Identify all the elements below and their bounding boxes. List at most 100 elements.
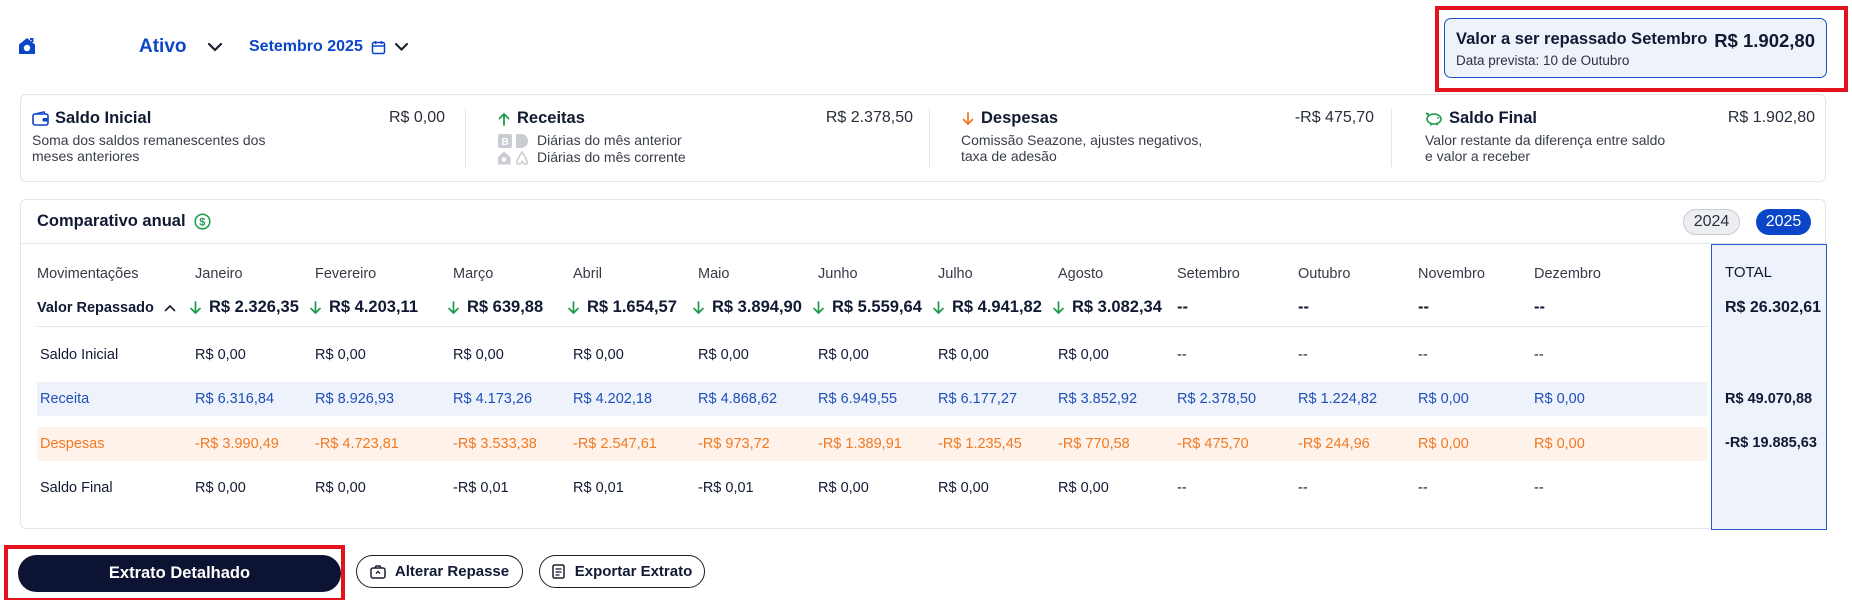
valor-repassado-cell: R$ 5.559,64 — [812, 298, 922, 317]
arrow-down-icon — [813, 300, 824, 314]
valor-repassado-value: R$ 3.894,90 — [712, 298, 802, 316]
summary-receitas: Receitas R$ 2.378,50 B Diárias do mês an… — [497, 109, 913, 167]
saldo-inicial-cell: R$ 0,00 — [195, 347, 246, 363]
valor-repassado-value: R$ 1.654,57 — [587, 298, 677, 316]
extrato-detalhado-button[interactable]: Extrato Detalhado — [18, 555, 341, 592]
status-label: Ativo — [139, 36, 187, 57]
valor-repassado-cell: R$ 4.203,11 — [309, 298, 418, 317]
valor-repassado-label: Valor Repassado — [37, 300, 154, 316]
summary-saldo-inicial: Saldo Inicial R$ 0,00 Soma dos saldos re… — [32, 109, 445, 167]
alterar-repasse-label: Alterar Repasse — [394, 563, 510, 580]
saldo-final-cell: -- — [1298, 480, 1308, 496]
arrow-down-icon — [568, 300, 579, 314]
valor-repassado-value: R$ 3.082,34 — [1072, 298, 1162, 316]
receita-cell: R$ 6.316,84 — [195, 391, 275, 407]
month-header: Fevereiro — [315, 266, 377, 282]
saldo-inicial-value: R$ 0,00 — [388, 109, 445, 126]
valor-repassado-cell: -- — [1298, 298, 1309, 317]
receita-cell: R$ 3.852,92 — [1058, 391, 1138, 407]
saldo-final-desc-2: e valor a receber — [1425, 148, 1531, 164]
valor-repassado-cell: R$ 639,88 — [447, 298, 543, 317]
valor-repassado-cell: R$ 1.654,57 — [567, 298, 677, 317]
arrow-down-icon — [310, 300, 321, 314]
comparativo-anual-panel: Comparativo anual $ 2024 2025 Movimentaç… — [20, 199, 1827, 530]
despesas-cell: -R$ 973,72 — [698, 436, 770, 452]
despesas-cell: -R$ 475,70 — [1177, 436, 1249, 452]
receita-cell: R$ 4.868,62 — [698, 391, 778, 407]
despesas-cell: -R$ 3.990,49 — [195, 436, 279, 452]
despesas-cell: -R$ 3.533,38 — [453, 436, 537, 452]
despesas-value: -R$ 475,70 — [1294, 109, 1374, 126]
year-2025-button[interactable]: 2025 — [1756, 209, 1811, 235]
saldo-inicial-row-label: Saldo Inicial — [40, 347, 119, 363]
valor-repassado-cell: -- — [1418, 298, 1429, 317]
saldo-final-row-label: Saldo Final — [40, 480, 113, 496]
saldo-inicial-desc-2: meses anteriores — [32, 148, 140, 164]
receitas-value: R$ 2.378,50 — [825, 109, 913, 126]
saldo-inicial-cell: R$ 0,00 — [315, 347, 366, 363]
comparativo-table: Movimentações Valor Repassado Saldo Inic… — [21, 244, 1827, 529]
receita-cell: R$ 0,00 — [1418, 391, 1469, 407]
despesas-cell: -R$ 770,58 — [1058, 436, 1130, 452]
month-header: Junho — [818, 266, 858, 282]
divider — [929, 109, 930, 167]
chevron-down-icon — [394, 42, 408, 51]
receita-row-label: Receita — [40, 391, 90, 407]
month-label: Setembro 2025 — [249, 38, 363, 55]
saldo-final-value: R$ 1.902,80 — [1727, 109, 1815, 126]
exportar-extrato-label: Exportar Extrato — [574, 563, 693, 580]
summary-despesas: Despesas -R$ 475,70 Comissão Seazone, aj… — [961, 109, 1374, 167]
saldo-final-cell: R$ 0,00 — [818, 480, 869, 496]
valor-repassado-cell: -- — [1534, 298, 1545, 317]
saldo-inicial-cell: -- — [1418, 347, 1428, 363]
valor-repassado-value: -- — [1298, 298, 1309, 316]
movimentacoes-header: Movimentações — [37, 266, 139, 282]
valor-repassado-value: R$ 4.941,82 — [952, 298, 1042, 316]
status-dropdown[interactable]: Ativo — [139, 36, 223, 58]
arrow-down-icon — [448, 300, 459, 314]
summary-saldo-final: Saldo Final R$ 1.902,80 Valor restante d… — [1425, 109, 1815, 167]
receita-cell: R$ 4.173,26 — [453, 391, 533, 407]
receitas-title: Receitas — [517, 109, 585, 127]
valor-repassado-value: -- — [1418, 298, 1429, 316]
despesas-cell: -R$ 2.547,61 — [573, 436, 657, 452]
camera-edit-icon — [370, 564, 386, 579]
valor-repassado-value: -- — [1177, 298, 1188, 316]
valor-repassado-toggle[interactable]: Valor Repassado — [37, 300, 176, 316]
alterar-repasse-button[interactable]: Alterar Repasse — [356, 555, 523, 588]
calendar-icon — [371, 40, 386, 54]
exportar-extrato-button[interactable]: Exportar Extrato — [539, 555, 705, 588]
divider — [37, 326, 1707, 327]
despesas-desc-2: taxa de adesão — [961, 148, 1057, 164]
valor-repassado-cell: R$ 4.941,82 — [932, 298, 1042, 317]
valor-repassado-value: R$ 4.203,11 — [329, 298, 418, 316]
wallet-icon — [32, 111, 49, 126]
saldo-inicial-cell: -- — [1534, 347, 1544, 363]
valor-repassado-value: R$ 5.559,64 — [832, 298, 922, 316]
saldo-inicial-cell: R$ 0,00 — [818, 347, 869, 363]
despesas-row-label: Despesas — [40, 436, 105, 452]
year-2024-button[interactable]: 2024 — [1683, 209, 1740, 235]
saldo-final-cell: R$ 0,00 — [1058, 480, 1109, 496]
divider — [465, 109, 466, 167]
seazone-airbnb-icon — [498, 150, 528, 165]
saldo-inicial-cell: R$ 0,00 — [698, 347, 749, 363]
valor-repassado-value: -- — [1534, 298, 1545, 316]
valor-repassado-cell: -- — [1177, 298, 1188, 317]
saldo-final-cell: -R$ 0,01 — [698, 480, 754, 496]
comparativo-title: Comparativo anual — [37, 212, 186, 230]
receita-cell: R$ 6.177,27 — [938, 391, 1018, 407]
despesas-cell: R$ 0,00 — [1418, 436, 1469, 452]
saldo-final-cell: -- — [1418, 480, 1428, 496]
total-column: TOTAL R$ 26.302,61 R$ 49.070,88 -R$ 19.8… — [1711, 244, 1827, 530]
month-header: Agosto — [1058, 266, 1104, 282]
svg-text:$: $ — [199, 217, 205, 229]
dollar-circle-icon: $ — [193, 213, 211, 230]
month-picker[interactable]: Setembro 2025 — [249, 38, 409, 56]
despesas-title: Despesas — [981, 109, 1059, 127]
receita-cell: R$ 1.224,82 — [1298, 391, 1378, 407]
summary-panel: Saldo Inicial R$ 0,00 Soma dos saldos re… — [20, 94, 1826, 182]
valor-repassado-value: R$ 639,88 — [467, 298, 544, 316]
chevron-up-icon — [164, 304, 176, 312]
home-icon[interactable] — [17, 36, 37, 56]
